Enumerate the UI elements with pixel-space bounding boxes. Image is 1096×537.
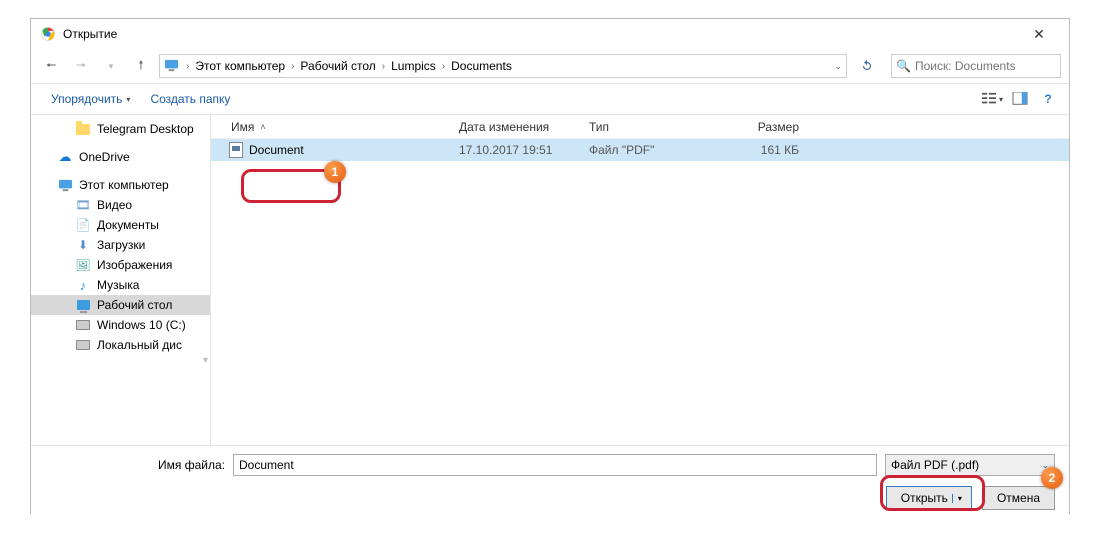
sidebar-item[interactable]: Рабочий стол xyxy=(31,295,210,315)
annotation-badge: 2 xyxy=(1041,467,1063,489)
col-date[interactable]: Дата изменения xyxy=(459,120,589,134)
file-type-filter[interactable]: Файл PDF (.pdf) ⌄ xyxy=(885,454,1055,476)
toolbar: Упорядочить▾ Создать папку ▾ ? xyxy=(31,83,1069,115)
body: Telegram Desktop ☁OneDrive Этот компьюте… xyxy=(31,115,1069,445)
sidebar-item[interactable]: Локальный дис xyxy=(31,335,210,355)
sidebar-item[interactable]: Этот компьютер xyxy=(31,175,210,195)
window-title: Открытие xyxy=(63,27,1019,41)
breadcrumb[interactable]: › Этот компьютер › Рабочий стол › Lumpic… xyxy=(159,54,847,78)
cloud-icon: ☁ xyxy=(57,149,73,165)
document-icon: 📄 xyxy=(75,217,91,233)
file-type: Файл "PDF" xyxy=(589,143,719,157)
organize-button[interactable]: Упорядочить▾ xyxy=(41,88,140,110)
sort-asc-icon: ˄ xyxy=(260,122,265,132)
file-date: 17.10.2017 19:51 xyxy=(459,143,589,157)
video-icon: 🎞 xyxy=(75,197,91,213)
chevron-right-icon: › xyxy=(382,61,385,72)
scroll-hint: ▾ xyxy=(203,355,208,366)
drive-icon xyxy=(75,337,91,353)
breadcrumb-item[interactable]: Lumpics xyxy=(389,59,438,73)
titlebar: Открытие ✕ xyxy=(31,19,1069,49)
view-options-button[interactable]: ▾ xyxy=(981,88,1003,110)
open-dialog: Открытие ✕ 🠔 🠖 ▾ 🠕 › Этот компьютер › Ра… xyxy=(30,18,1070,514)
search-icon: 🔍 xyxy=(896,59,911,73)
filename-input[interactable] xyxy=(233,454,877,476)
music-icon: ♪ xyxy=(75,277,91,293)
open-button[interactable]: Открыть ▾ xyxy=(886,486,972,510)
cancel-button[interactable]: Отмена xyxy=(982,486,1055,510)
chevron-right-icon: › xyxy=(186,61,189,72)
up-button[interactable]: 🠕 xyxy=(129,54,153,78)
drive-icon xyxy=(75,317,91,333)
sidebar-item[interactable]: Telegram Desktop xyxy=(31,119,210,139)
forward-button[interactable]: 🠖 xyxy=(69,54,93,78)
recent-dropdown[interactable]: ▾ xyxy=(99,54,123,78)
column-headers: Имя˄ Дата изменения Тип Размер xyxy=(211,115,1069,139)
refresh-button[interactable] xyxy=(855,54,879,78)
breadcrumb-item[interactable]: Documents xyxy=(449,59,514,73)
search-input[interactable] xyxy=(915,59,1070,73)
sidebar-item[interactable]: ☁OneDrive xyxy=(31,147,210,167)
sidebar-item[interactable]: 📄Документы xyxy=(31,215,210,235)
image-icon: 🖼 xyxy=(75,257,91,273)
col-type[interactable]: Тип xyxy=(589,120,719,134)
chevron-right-icon: › xyxy=(291,61,294,72)
download-icon: ⬇ xyxy=(75,237,91,253)
monitor-icon xyxy=(75,297,91,313)
pc-icon xyxy=(57,177,73,193)
breadcrumb-dropdown[interactable]: ⌄ xyxy=(834,61,842,72)
annotation-badge: 1 xyxy=(324,161,346,183)
preview-pane-button[interactable] xyxy=(1009,88,1031,110)
sidebar-item[interactable]: ♪Музыка xyxy=(31,275,210,295)
folder-icon xyxy=(75,121,91,137)
search-box[interactable]: 🔍 xyxy=(891,54,1061,78)
footer: Имя файла: Файл PDF (.pdf) ⌄ Открыть ▾ О… xyxy=(31,445,1069,520)
help-button[interactable]: ? xyxy=(1037,88,1059,110)
file-row[interactable]: Document 17.10.2017 19:51 Файл "PDF" 161… xyxy=(211,139,1069,161)
open-split-dropdown[interactable]: ▾ xyxy=(952,494,967,503)
chevron-right-icon: › xyxy=(442,61,445,72)
back-button[interactable]: 🠔 xyxy=(39,54,63,78)
file-size: 161 КБ xyxy=(719,143,819,157)
breadcrumb-item[interactable]: Этот компьютер xyxy=(193,59,287,73)
pdf-file-icon xyxy=(229,142,243,158)
sidebar-item[interactable]: 🖼Изображения xyxy=(31,255,210,275)
col-name[interactable]: Имя˄ xyxy=(211,120,459,134)
sidebar-item[interactable]: Windows 10 (C:) xyxy=(31,315,210,335)
close-button[interactable]: ✕ xyxy=(1019,26,1059,43)
filter-label: Файл PDF (.pdf) xyxy=(891,458,979,472)
col-size[interactable]: Размер xyxy=(719,120,819,134)
sidebar-item[interactable]: 🎞Видео xyxy=(31,195,210,215)
breadcrumb-item[interactable]: Рабочий стол xyxy=(298,59,377,73)
filename-label: Имя файла: xyxy=(45,458,225,472)
pc-icon xyxy=(164,58,180,74)
new-folder-button[interactable]: Создать папку xyxy=(140,88,240,110)
nav-bar: 🠔 🠖 ▾ 🠕 › Этот компьютер › Рабочий стол … xyxy=(31,49,1069,83)
file-name: Document xyxy=(249,143,304,157)
chrome-icon xyxy=(41,27,55,41)
sidebar-item[interactable]: ⬇Загрузки xyxy=(31,235,210,255)
sidebar: Telegram Desktop ☁OneDrive Этот компьюте… xyxy=(31,115,211,445)
